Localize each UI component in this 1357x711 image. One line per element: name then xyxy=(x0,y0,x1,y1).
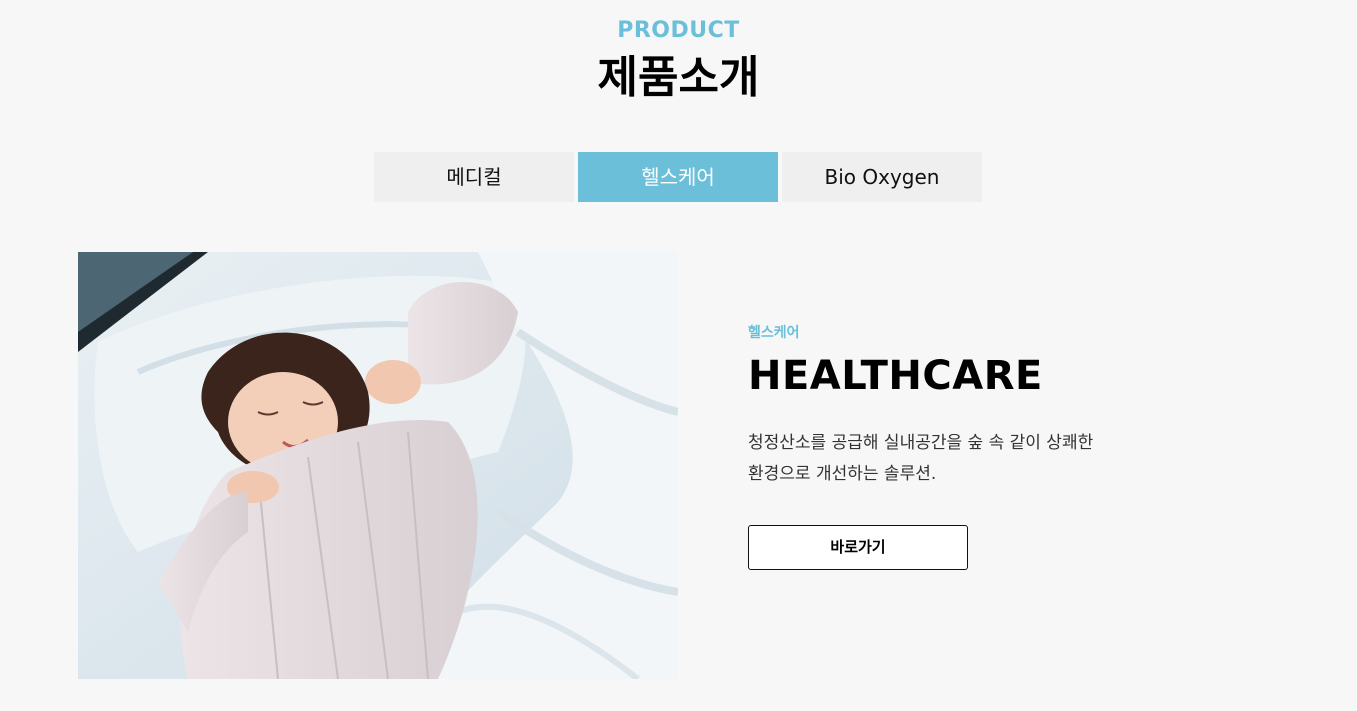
woman-in-bed-illustration xyxy=(78,252,678,679)
product-detail: 헬스케어 HEALTHCARE 청정산소를 공급해 실내공간을 숲 속 같이 상… xyxy=(748,322,1168,570)
tab-medical[interactable]: 메디컬 xyxy=(374,152,574,202)
description-line-1: 청정산소를 공급해 실내공간을 숲 속 같이 상쾌한 xyxy=(748,433,1094,453)
go-button[interactable]: 바로가기 xyxy=(748,525,968,570)
product-tabs: 메디컬 헬스케어 Bio Oxygen xyxy=(374,152,982,202)
section-title: 제품소개 xyxy=(597,52,760,103)
hero-image xyxy=(78,252,678,679)
description-line-2: 환경으로 개선하는 솔루션. xyxy=(748,464,937,484)
section-eyebrow: PRODUCT xyxy=(617,18,740,43)
tab-bio-oxygen[interactable]: Bio Oxygen xyxy=(782,152,982,202)
detail-description: 청정산소를 공급해 실내공간을 숲 속 같이 상쾌한 환경으로 개선하는 솔루션… xyxy=(748,428,1128,490)
detail-eyebrow: 헬스케어 xyxy=(748,325,800,341)
detail-title: HEALTHCARE xyxy=(748,353,1043,399)
tab-healthcare[interactable]: 헬스케어 xyxy=(578,152,778,202)
